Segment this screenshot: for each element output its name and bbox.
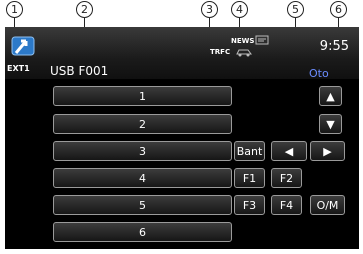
head-unit-screen: EXT1 USB F001 NEWS TRFC 9:55 Oto 1 2 3 4… bbox=[5, 27, 359, 249]
folder-label: USB F001 bbox=[50, 64, 109, 78]
om-button[interactable]: O/M bbox=[310, 195, 345, 215]
callout-1: 1 bbox=[6, 1, 23, 18]
status-bar: EXT1 USB F001 NEWS TRFC 9:55 Oto bbox=[5, 27, 359, 80]
preset-button-4[interactable]: 4 bbox=[53, 168, 232, 188]
left-arrow-button[interactable]: ◀ bbox=[271, 141, 307, 161]
preset-button-3[interactable]: 3 bbox=[53, 141, 232, 161]
callout-3: 3 bbox=[201, 1, 218, 18]
callout-2: 2 bbox=[76, 1, 93, 18]
up-arrow-button[interactable]: ▲ bbox=[319, 86, 342, 106]
traffic-indicator: TRFC bbox=[210, 48, 231, 56]
preset-button-6[interactable]: 6 bbox=[53, 222, 232, 242]
right-arrow-button[interactable]: ▶ bbox=[310, 141, 345, 161]
clock: 9:55 bbox=[319, 39, 349, 54]
callout-6: 6 bbox=[330, 1, 347, 18]
down-arrow-button[interactable]: ▼ bbox=[319, 114, 342, 134]
f4-button[interactable]: F4 bbox=[271, 195, 302, 215]
f2-button[interactable]: F2 bbox=[271, 168, 302, 188]
callout-5: 5 bbox=[287, 1, 304, 18]
source-name: EXT1 bbox=[7, 64, 30, 73]
source-ext-icon[interactable] bbox=[10, 35, 40, 59]
f3-button[interactable]: F3 bbox=[234, 195, 265, 215]
preset-button-2[interactable]: 2 bbox=[53, 114, 232, 134]
f1-button[interactable]: F1 bbox=[234, 168, 265, 188]
news-indicator: NEWS bbox=[231, 37, 255, 45]
traffic-car-icon bbox=[236, 49, 252, 57]
mode-indicator: Oto bbox=[309, 67, 329, 80]
preset-button-1[interactable]: 1 bbox=[53, 86, 232, 106]
band-button[interactable]: Bant bbox=[234, 141, 265, 161]
preset-button-5[interactable]: 5 bbox=[53, 195, 232, 215]
callout-4: 4 bbox=[231, 1, 248, 18]
news-icon bbox=[255, 35, 269, 45]
